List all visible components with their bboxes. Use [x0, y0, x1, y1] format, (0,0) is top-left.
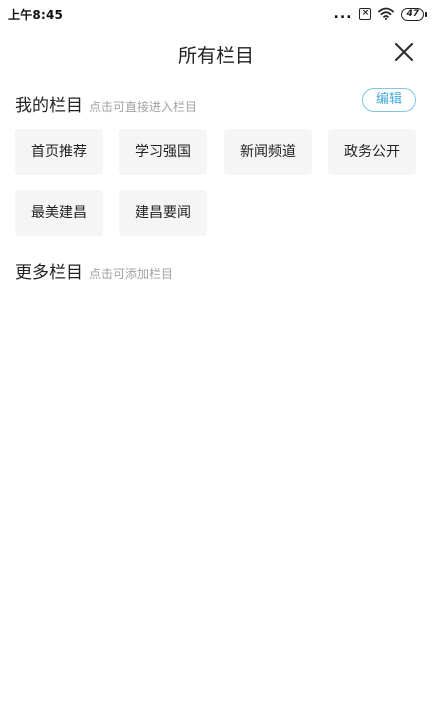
wifi-icon [378, 5, 395, 24]
more-columns-hint: 点击可添加栏目 [89, 267, 174, 281]
my-columns-hint: 点击可直接进入栏目 [89, 100, 198, 114]
page-title: 所有栏目 [177, 45, 254, 67]
battery-icon: 47 [401, 7, 427, 21]
more-columns-title: 更多栏目 [15, 263, 83, 283]
header: 所有栏目 [0, 30, 432, 76]
column-chip[interactable]: 政务公开 [328, 129, 416, 175]
my-columns-title: 我的栏目 [15, 96, 83, 116]
status-icons: ... × 47 [333, 5, 427, 24]
column-chip[interactable]: 首页推荐 [15, 129, 103, 175]
close-icon [394, 42, 414, 62]
column-chip[interactable]: 学习强国 [119, 129, 207, 175]
status-bar: 上午8:45 ... × 47 [0, 0, 432, 28]
column-chip[interactable]: 最美建昌 [15, 190, 103, 236]
status-time: 上午8:45 [8, 8, 64, 22]
close-button[interactable] [392, 40, 416, 64]
column-chip[interactable]: 新闻频道 [224, 129, 312, 175]
sim-x-icon: × [359, 8, 372, 20]
my-columns-header: 我的栏目 点击可直接进入栏目 [15, 91, 197, 116]
more-dots-icon: ... [333, 6, 353, 22]
edit-button[interactable]: 编辑 [362, 88, 416, 112]
column-chip[interactable]: 建昌要闻 [119, 190, 207, 236]
more-columns-header: 更多栏目 点击可添加栏目 [15, 258, 173, 283]
